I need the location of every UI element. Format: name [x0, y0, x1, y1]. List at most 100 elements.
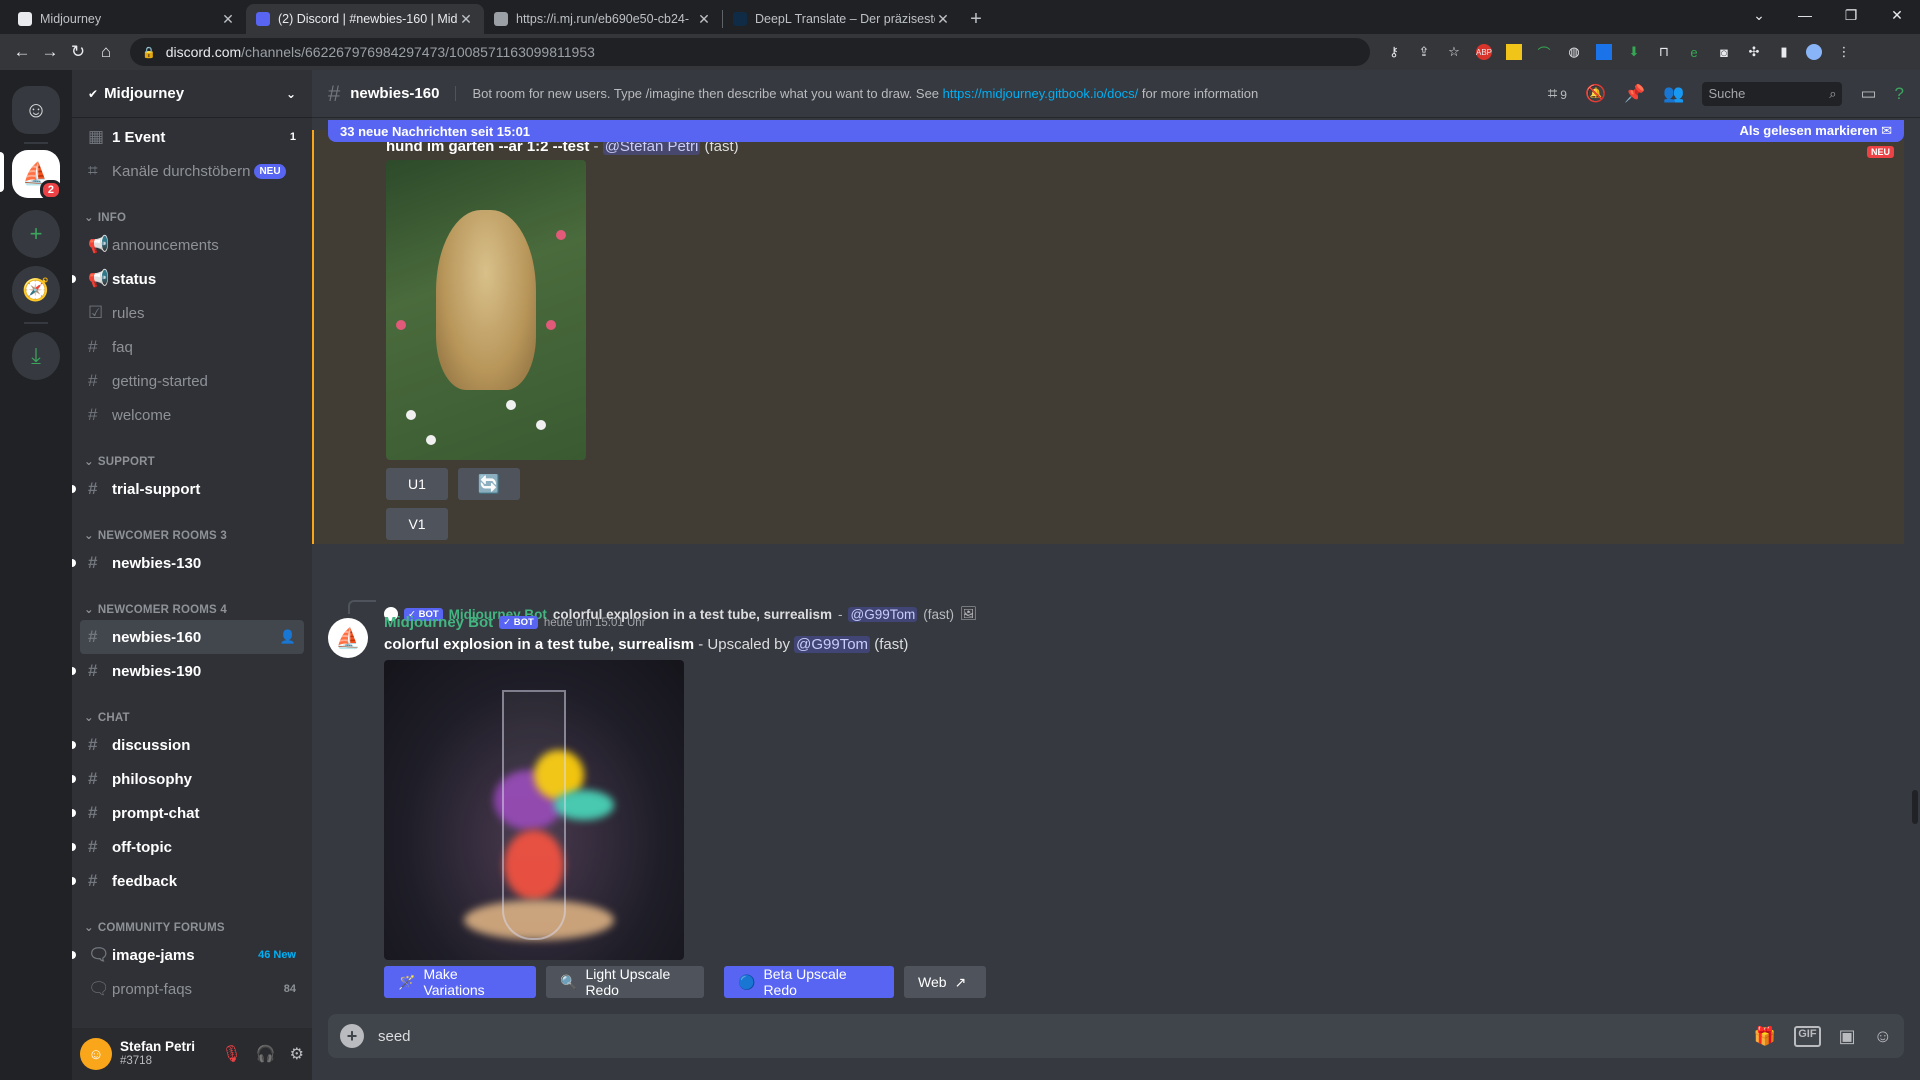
menu-icon[interactable]: ⋮ — [1836, 44, 1852, 60]
sidebar-item-philosophy[interactable]: # philosophy — [72, 762, 304, 796]
browser-tab[interactable]: https://i.mj.run/eb690e50-cb24- ✕ — [484, 4, 722, 34]
add-server-button[interactable]: + — [12, 210, 60, 258]
minimize-button[interactable]: — — [1782, 0, 1828, 30]
download-green-icon[interactable]: ⬇ — [1626, 44, 1642, 60]
sidebar-item-faq[interactable]: # faq — [80, 330, 304, 364]
generated-image-dog[interactable] — [386, 160, 586, 460]
new-tab-button[interactable]: + — [961, 4, 991, 34]
guild-header[interactable]: ✔ Midjourney ⌄ — [72, 70, 312, 118]
star-icon[interactable]: ☆ — [1446, 44, 1462, 60]
address-bar[interactable]: 🔒 discord.com /channels/6622679769842974… — [130, 38, 1370, 66]
u1-button[interactable]: U1 — [386, 468, 448, 500]
back-button[interactable]: ← — [8, 42, 36, 62]
category-header[interactable]: ⌄ CHAT — [80, 702, 304, 728]
sidebar-item-image-jams[interactable]: 🗨 image-jams 46 New — [72, 938, 304, 972]
headphones-icon[interactable]: 🎧 — [256, 1044, 276, 1064]
bot-avatar[interactable]: ⛵ — [328, 618, 368, 658]
category-header[interactable]: ⌄ NEWCOMER ROOMS 4 — [80, 594, 304, 620]
category-header[interactable]: ⌄ COMMUNITY FORUMS — [80, 912, 304, 938]
sidebar-item-welcome[interactable]: # welcome — [80, 398, 304, 432]
key-icon[interactable]: ⚷ — [1386, 44, 1402, 60]
share-icon[interactable]: ⇪ — [1416, 44, 1432, 60]
camera-icon[interactable]: ◙ — [1716, 44, 1732, 60]
notification-bell-muted-icon[interactable]: 🔕 — [1585, 84, 1606, 104]
help-icon[interactable]: ? — [1895, 84, 1904, 104]
extension-blue-icon[interactable] — [1596, 44, 1612, 60]
extension-yellow-icon[interactable] — [1506, 44, 1522, 60]
browser-tab[interactable]: DeepL Translate – Der präziseste ✕ — [723, 4, 961, 34]
web-button[interactable]: Web ↗ — [904, 966, 986, 998]
make-variations-button[interactable]: 🪄 Make Variations — [384, 966, 536, 998]
extension-green-icon[interactable]: ⌒ — [1536, 44, 1552, 61]
sidebar-item-newbies-190[interactable]: # newbies-190 — [72, 654, 304, 688]
beta-upscale-redo-button[interactable]: 🔵 Beta Upscale Redo — [724, 966, 894, 998]
reroll-button[interactable]: 🔄 — [458, 468, 520, 500]
profile-icon[interactable] — [1806, 44, 1822, 60]
category-header[interactable]: ⌄ INFO — [80, 202, 304, 228]
mark-as-read-button[interactable]: Als gelesen markieren ✉ — [1739, 123, 1892, 139]
sticker-icon[interactable]: ▣ — [1839, 1026, 1856, 1047]
category-header[interactable]: ⌄ NEWCOMER ROOMS 3 — [80, 520, 304, 546]
scrollbar-thumb[interactable] — [1912, 790, 1918, 824]
emoji-icon[interactable]: ☺ — [1874, 1026, 1892, 1047]
threads-icon[interactable]: ⌗ 9 — [1548, 84, 1567, 104]
message-input[interactable]: seed — [378, 1028, 411, 1045]
sidebar-item-prompt-chat[interactable]: # prompt-chat — [72, 796, 304, 830]
tab-close-icon[interactable]: ✕ — [935, 11, 951, 28]
message-composer[interactable]: + seed 🎁 GIF ▣ ☺ — [328, 1014, 1904, 1058]
sidebar-item-announcements[interactable]: 📢 announcements — [80, 228, 304, 262]
adblock-icon[interactable]: ABP — [1476, 44, 1492, 60]
user-avatar[interactable]: ☺ — [80, 1038, 112, 1070]
download-apps-button[interactable]: ⤓ — [12, 332, 60, 380]
category-header[interactable]: ⌄ SUPPORT — [80, 446, 304, 472]
extension-e-icon[interactable]: e — [1686, 44, 1702, 60]
member-list-icon[interactable]: 👥 — [1663, 84, 1684, 104]
new-messages-bar[interactable]: 33 neue Nachrichten seit 15:01 Als geles… — [328, 120, 1904, 142]
sidebar-item-status[interactable]: 📢 status — [72, 262, 304, 296]
pin-icon[interactable]: 📌 — [1624, 84, 1645, 104]
browser-tab[interactable]: Midjourney ✕ — [8, 4, 246, 34]
sidebar-item-feedback[interactable]: # feedback — [72, 864, 304, 898]
v1-button[interactable]: V1 — [386, 508, 448, 540]
sidebar-item-newbies-160[interactable]: # newbies-160 👤 — [80, 620, 304, 654]
sidebar-item-prompt-faqs[interactable]: 🗨 prompt-faqs 84 — [80, 972, 304, 1006]
sidebar-item-off-topic[interactable]: # off-topic — [72, 830, 304, 864]
search-input[interactable]: Suche ⌕ — [1702, 81, 1843, 106]
reload-button[interactable]: ↻ — [64, 42, 92, 62]
light-upscale-redo-button[interactable]: 🔍 Light Upscale Redo — [546, 966, 704, 998]
tab-close-icon[interactable]: ✕ — [220, 11, 236, 28]
sidebar-item-getting-started[interactable]: # getting-started — [80, 364, 304, 398]
globe-icon[interactable]: ◍ — [1566, 44, 1582, 60]
extension-icon[interactable]: ⊓ — [1656, 44, 1672, 60]
home-button[interactable]: ⌂ — [92, 42, 120, 62]
gif-icon[interactable]: GIF — [1794, 1025, 1821, 1047]
discord-home-button[interactable]: ☺ — [12, 86, 60, 134]
explore-servers-button[interactable]: 🧭 — [12, 266, 60, 314]
tab-close-icon[interactable]: ✕ — [458, 11, 474, 28]
forward-button[interactable]: → — [36, 42, 64, 62]
settings-gear-icon[interactable]: ⚙ — [290, 1044, 304, 1064]
restore-button[interactable]: ❐ — [1828, 0, 1874, 30]
reply-mention[interactable]: @G99Tom — [848, 606, 918, 622]
user-name-block[interactable]: Stefan Petri #3718 — [120, 1039, 195, 1069]
inbox-icon[interactable]: ▭ — [1860, 84, 1876, 104]
sidebar-item-trial-support[interactable]: # trial-support — [72, 472, 304, 506]
mute-microphone-icon[interactable]: 🎙 — [221, 1044, 241, 1064]
sidebar-item-newbies-130[interactable]: # newbies-130 — [72, 546, 304, 580]
gift-icon[interactable]: 🎁 — [1754, 1026, 1776, 1047]
puzzle-icon[interactable]: ✣ — [1746, 44, 1762, 60]
topic-link[interactable]: https://midjourney.gitbook.io/docs/ — [943, 86, 1139, 101]
sidebar-item-discussion[interactable]: # discussion — [72, 728, 304, 762]
tab-search-icon[interactable]: ⌄ — [1736, 0, 1782, 30]
sidebar-item-events[interactable]: ▦ 1 Event 1 — [80, 120, 304, 154]
browser-tab[interactable]: (2) Discord | #newbies-160 | Mid ✕ — [246, 4, 484, 34]
invite-member-icon[interactable]: 👤 — [280, 629, 296, 645]
close-window-button[interactable]: ✕ — [1874, 0, 1920, 30]
tab-close-icon[interactable]: ✕ — [696, 11, 712, 28]
user-mention[interactable]: @G99Tom — [794, 636, 871, 653]
sidebar-item-browse-channels[interactable]: ⌗ Kanäle durchstöbern NEU — [80, 154, 304, 188]
upload-plus-button[interactable]: + — [340, 1024, 364, 1048]
generated-image-test-tube[interactable] — [384, 660, 684, 960]
author-name[interactable]: Midjourney Bot — [384, 614, 493, 631]
sidebar-item-rules[interactable]: ☑ rules — [80, 296, 304, 330]
